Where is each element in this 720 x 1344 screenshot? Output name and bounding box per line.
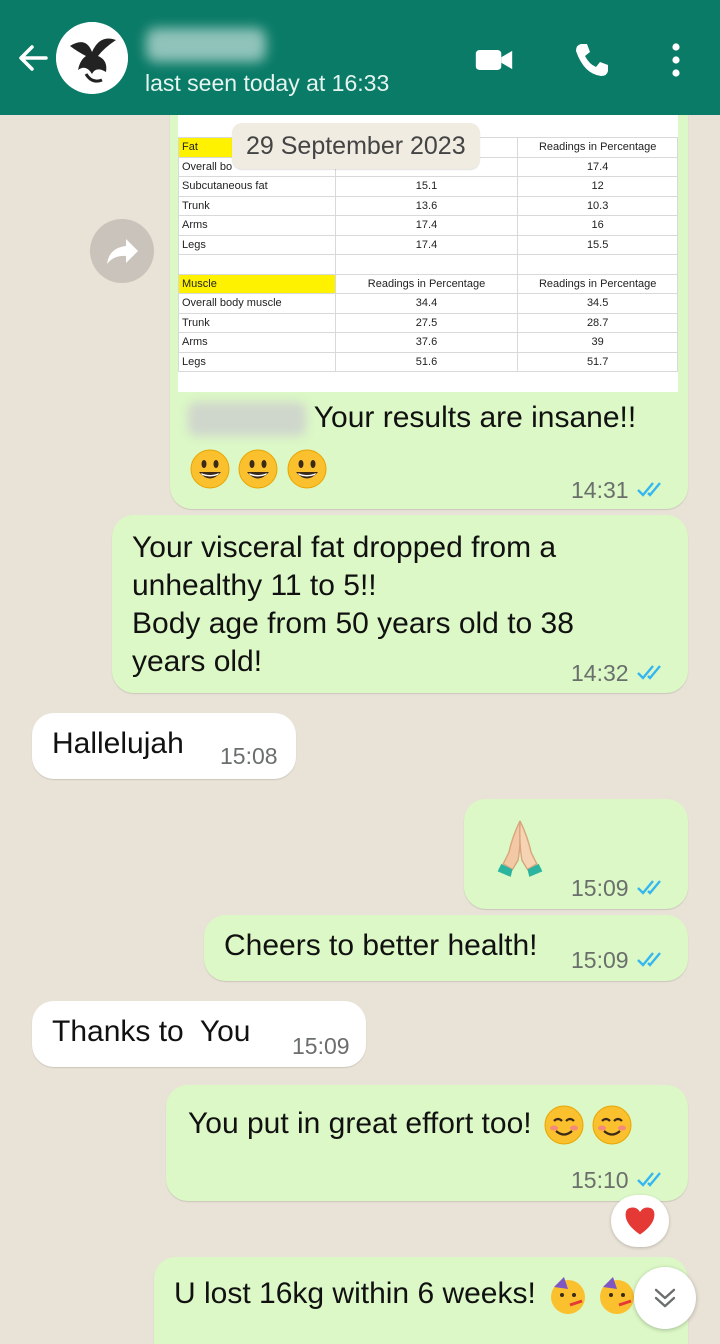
message-text: Thanks to You — [52, 1015, 251, 1048]
red-heart-icon — [625, 1207, 655, 1235]
message-bubble-outgoing[interactable]: 15:09 — [464, 799, 688, 909]
message-line: Body age from 50 years old to 38 — [132, 607, 574, 640]
folded-hands-icon — [497, 820, 543, 877]
message-time: 15:10 — [571, 1167, 629, 1193]
contact-name-redacted[interactable] — [146, 28, 266, 62]
table-cell: 51.7 — [517, 351, 678, 372]
read-receipt-icon — [637, 482, 661, 497]
message-time: 15:09 — [292, 1033, 350, 1059]
table-cell: Trunk — [178, 195, 336, 216]
message-time: 15:09 — [571, 947, 629, 973]
voice-call-icon[interactable] — [572, 40, 612, 80]
read-receipt-icon — [637, 880, 661, 895]
grinning-face-icon — [287, 449, 327, 489]
double-chevron-down-icon — [654, 1288, 676, 1308]
message-bubble-outgoing[interactable]: Cheers to better health! 15:09 — [204, 915, 688, 981]
contact-avatar[interactable] — [56, 22, 128, 94]
table-cell: Muscle — [178, 273, 336, 294]
table-cell: Readings in Percentage — [517, 137, 678, 158]
message-text: Cheers to better health! — [224, 929, 538, 962]
table-cell: Legs — [178, 234, 336, 255]
table-cell: Arms — [178, 332, 336, 353]
more-options-icon[interactable] — [656, 40, 696, 80]
smiling-face-icon — [592, 1105, 632, 1145]
table-cell: Trunk — [178, 312, 336, 333]
table-cell: 34.4 — [334, 293, 519, 314]
table-cell: 34.5 — [517, 293, 678, 314]
table-cell: 16 — [517, 215, 678, 236]
message-text: Hallelujah — [52, 727, 184, 760]
forward-arrow-icon — [107, 239, 138, 264]
message-text: Your visceral fat dropped from a unhealt… — [132, 529, 574, 681]
caption-text: Your results are insane!! — [313, 401, 637, 434]
message-line: Your visceral fat dropped from a — [132, 531, 557, 564]
reaction-badge[interactable] — [611, 1195, 669, 1247]
table-cell: Readings in Percentage — [334, 273, 519, 294]
table-cell: 17.4 — [334, 234, 519, 255]
redacted-name — [188, 402, 306, 437]
message-text: You put in great effort too! — [188, 1105, 632, 1145]
message-time: 14:31 — [571, 477, 629, 503]
table-cell: Overall body muscle — [178, 293, 336, 314]
message-bubble-outgoing[interactable]: U lost 16kg within 6 weeks! — [154, 1257, 688, 1344]
smiling-face-icon — [544, 1105, 584, 1145]
read-receipt-icon — [637, 952, 661, 967]
table-cell: 17.4 — [334, 215, 519, 236]
message-text: U lost 16kg within 6 weeks! — [174, 1275, 637, 1315]
message-time: 15:09 — [571, 875, 629, 901]
table-cell: 15.1 — [334, 176, 519, 197]
message-line: U lost 16kg within 6 weeks! — [174, 1276, 536, 1310]
table-cell: 15.5 — [517, 234, 678, 255]
phoenix-logo-icon — [56, 22, 128, 94]
message-bubble-outgoing[interactable]: You put in great effort too! 15:10 — [166, 1085, 688, 1201]
partying-face-icon — [599, 1277, 634, 1314]
table-cell: 39 — [517, 332, 678, 353]
message-bubble-outgoing[interactable]: Your visceral fat dropped from a unhealt… — [112, 515, 688, 693]
date-separator: 29 September 2023 — [232, 123, 480, 169]
chat-header: last seen today at 16:33 — [0, 0, 720, 115]
video-call-icon[interactable] — [474, 40, 514, 80]
fat-table: Fat Readings in Percentage Overall bo 17… — [178, 137, 678, 372]
message-line: unhealthy 11 to 5!! — [132, 569, 377, 602]
table-cell: Readings in Percentage — [517, 273, 678, 294]
grinning-face-icon — [238, 449, 278, 489]
message-text: Your results are insane!! — [188, 401, 637, 437]
message-line: years old! — [132, 645, 263, 678]
partying-face-icon — [551, 1277, 586, 1314]
message-bubble-incoming[interactable]: Thanks to You 15:09 — [32, 1001, 366, 1067]
back-arrow-icon[interactable] — [14, 38, 54, 78]
last-seen-status: last seen today at 16:33 — [145, 70, 390, 96]
message-time: 15:08 — [220, 743, 278, 769]
table-cell: 27.5 — [334, 312, 519, 333]
table-cell: 12 — [517, 176, 678, 197]
table-cell: 28.7 — [517, 312, 678, 333]
table-cell: 13.6 — [334, 195, 519, 216]
emoji-row — [190, 449, 327, 489]
table-cell: 17.4 — [517, 156, 678, 177]
grinning-face-icon — [190, 449, 230, 489]
table-cell: Subcutaneous fat — [178, 176, 336, 197]
message-time: 14:32 — [571, 660, 629, 686]
message-line: You put in great effort too! — [188, 1106, 532, 1140]
chat-area[interactable]: Fat Readings in Percentage Overall bo 17… — [0, 115, 720, 1344]
table-cell: 37.6 — [334, 332, 519, 353]
read-receipt-icon — [637, 1172, 661, 1187]
read-receipt-icon — [637, 665, 661, 680]
scroll-to-bottom-button[interactable] — [634, 1267, 696, 1329]
table-cell: Arms — [178, 215, 336, 236]
table-cell: 51.6 — [334, 351, 519, 372]
forward-button[interactable] — [90, 219, 154, 283]
table-cell: 10.3 — [517, 195, 678, 216]
message-bubble-incoming[interactable]: Hallelujah 15:08 — [32, 713, 296, 779]
table-cell: Legs — [178, 351, 336, 372]
